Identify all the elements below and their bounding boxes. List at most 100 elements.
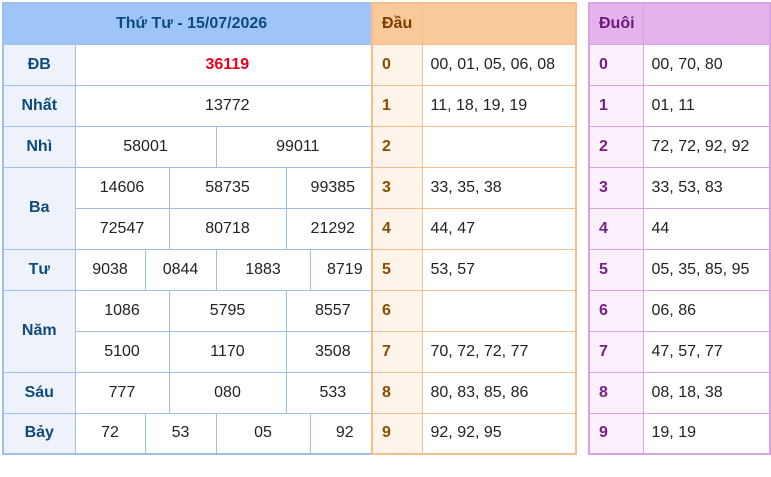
duoi-values: 08, 18, 38 xyxy=(642,371,771,414)
dau-row: 6 xyxy=(371,289,577,332)
dau-values: 70, 72, 72, 77 xyxy=(421,330,577,373)
dau-row: 8 80, 83, 85, 86 xyxy=(371,371,577,414)
prize-row-bay: Bảy 72 53 05 92 xyxy=(2,412,381,455)
prize-value: 92 xyxy=(309,412,381,455)
duoi-row: 5 05, 35, 85, 95 xyxy=(588,248,771,291)
dau-values: 92, 92, 95 xyxy=(421,412,577,455)
dau-header-blank xyxy=(421,2,577,45)
dau-table: Đầu 0 00, 01, 05, 06, 08 1 11, 18, 19, 19 … xyxy=(371,2,577,455)
duoi-header-blank xyxy=(642,2,771,45)
dau-digit: 9 xyxy=(371,412,423,455)
results-header-row: Thứ Tư - 15/07/2026 xyxy=(3,3,381,45)
prize-value: 99385 xyxy=(285,166,381,209)
results-title: Thứ Tư - 15/07/2026 xyxy=(3,3,381,45)
dau-row: 3 33, 35, 38 xyxy=(371,166,577,209)
prize-value: 3508 xyxy=(285,330,381,373)
duoi-digit: 1 xyxy=(588,84,644,127)
prize-label-nhi: Nhì xyxy=(2,125,76,168)
duoi-digit: 5 xyxy=(588,248,644,291)
prize-value: 1170 xyxy=(168,330,287,373)
prize-value: 5100 xyxy=(74,330,170,373)
duoi-values: 00, 70, 80 xyxy=(642,43,771,86)
prize-row-ba: Ba 14606 58735 99385 xyxy=(2,166,381,250)
duoi-row: 7 47, 57, 77 xyxy=(588,330,771,373)
duoi-values: 05, 35, 85, 95 xyxy=(642,248,771,291)
prize-label-nam: Năm xyxy=(2,289,76,373)
duoi-digit: 0 xyxy=(588,43,644,86)
duoi-values: 06, 86 xyxy=(642,289,771,332)
duoi-digit: 2 xyxy=(588,125,644,168)
prize-value: 72 xyxy=(74,412,146,455)
duoi-table: Đuôi 0 00, 70, 80 1 01, 11 2 72, 72, 92, 92… xyxy=(588,2,771,455)
prize-value: 05 xyxy=(215,412,311,455)
dau-digit: 7 xyxy=(371,330,423,373)
special-prize-value: 36119 xyxy=(74,43,381,86)
dau-row: 4 44, 47 xyxy=(371,207,577,250)
prize-row-nhi: Nhì 58001 99011 xyxy=(2,125,381,168)
duoi-values: 33, 53, 83 xyxy=(642,166,771,209)
dau-header: Đầu xyxy=(371,2,423,45)
dau-digit: 5 xyxy=(371,248,423,291)
dau-row: 1 11, 18, 19, 19 xyxy=(371,84,577,127)
prize-label-nhat: Nhất xyxy=(2,84,76,127)
prize-value: 5795 xyxy=(168,289,287,332)
duoi-digit: 4 xyxy=(588,207,644,250)
dau-row: 5 53, 57 xyxy=(371,248,577,291)
dau-digit: 8 xyxy=(371,371,423,414)
prize-value: 14606 xyxy=(74,166,170,209)
duoi-values: 19, 19 xyxy=(642,412,771,455)
prize-row-nam: Năm 1086 5795 8557 xyxy=(2,289,381,373)
dau-values: 00, 01, 05, 06, 08 xyxy=(421,43,577,86)
duoi-row: 8 08, 18, 38 xyxy=(588,371,771,414)
duoi-values: 72, 72, 92, 92 xyxy=(642,125,771,168)
dau-digit: 3 xyxy=(371,166,423,209)
prize-value: 1883 xyxy=(215,248,311,291)
dau-row: 9 92, 92, 95 xyxy=(371,412,577,455)
prize-value: 8557 xyxy=(285,289,381,332)
prize-value: 533 xyxy=(285,371,381,414)
prize-value: 0844 xyxy=(144,248,217,291)
prize-value: 72547 xyxy=(74,207,170,250)
duoi-values: 01, 11 xyxy=(642,84,771,127)
prize-row-sau: Sáu 777 080 533 xyxy=(2,371,381,414)
prize-label-sau: Sáu xyxy=(2,371,76,414)
duoi-header-row: Đuôi xyxy=(588,2,771,45)
dau-digit: 1 xyxy=(371,84,423,127)
duoi-digit: 3 xyxy=(588,166,644,209)
dau-header-row: Đầu xyxy=(371,2,577,45)
duoi-digit: 6 xyxy=(588,289,644,332)
prize-row-db: ĐB 36119 xyxy=(2,43,381,86)
prize-row-tu: Tư 9038 0844 1883 8719 xyxy=(2,248,381,291)
duoi-header: Đuôi xyxy=(588,2,644,45)
duoi-row: 1 01, 11 xyxy=(588,84,771,127)
prize-value: 777 xyxy=(74,371,170,414)
prize-value: 53 xyxy=(144,412,217,455)
prize-value: 99011 xyxy=(215,125,381,168)
prize-label-bay: Bảy xyxy=(2,412,76,455)
dau-values: 11, 18, 19, 19 xyxy=(421,84,577,127)
prize-value: 21292 xyxy=(285,207,381,250)
dau-values: 44, 47 xyxy=(421,207,577,250)
dau-row: 2 xyxy=(371,125,577,168)
duoi-values: 47, 57, 77 xyxy=(642,330,771,373)
duoi-row: 3 33, 53, 83 xyxy=(588,166,771,209)
prize-label-db: ĐB xyxy=(2,43,76,86)
prize-value: 58001 xyxy=(74,125,217,168)
duoi-row: 2 72, 72, 92, 92 xyxy=(588,125,771,168)
prize-value: 58735 xyxy=(168,166,287,209)
prize-row-nhat: Nhất 13772 xyxy=(2,84,381,127)
prize-value: 9038 xyxy=(74,248,146,291)
prize-value: 13772 xyxy=(74,84,381,127)
duoi-row: 6 06, 86 xyxy=(588,289,771,332)
duoi-digit: 7 xyxy=(588,330,644,373)
dau-digit: 4 xyxy=(371,207,423,250)
dau-values xyxy=(421,125,577,168)
dau-values xyxy=(421,289,577,332)
dau-values: 80, 83, 85, 86 xyxy=(421,371,577,414)
prize-value: 080 xyxy=(168,371,287,414)
duoi-row: 4 44 xyxy=(588,207,771,250)
prize-label-tu: Tư xyxy=(2,248,76,291)
duoi-row: 0 00, 70, 80 xyxy=(588,43,771,86)
prize-value: 1086 xyxy=(74,289,170,332)
duoi-digit: 8 xyxy=(588,371,644,414)
